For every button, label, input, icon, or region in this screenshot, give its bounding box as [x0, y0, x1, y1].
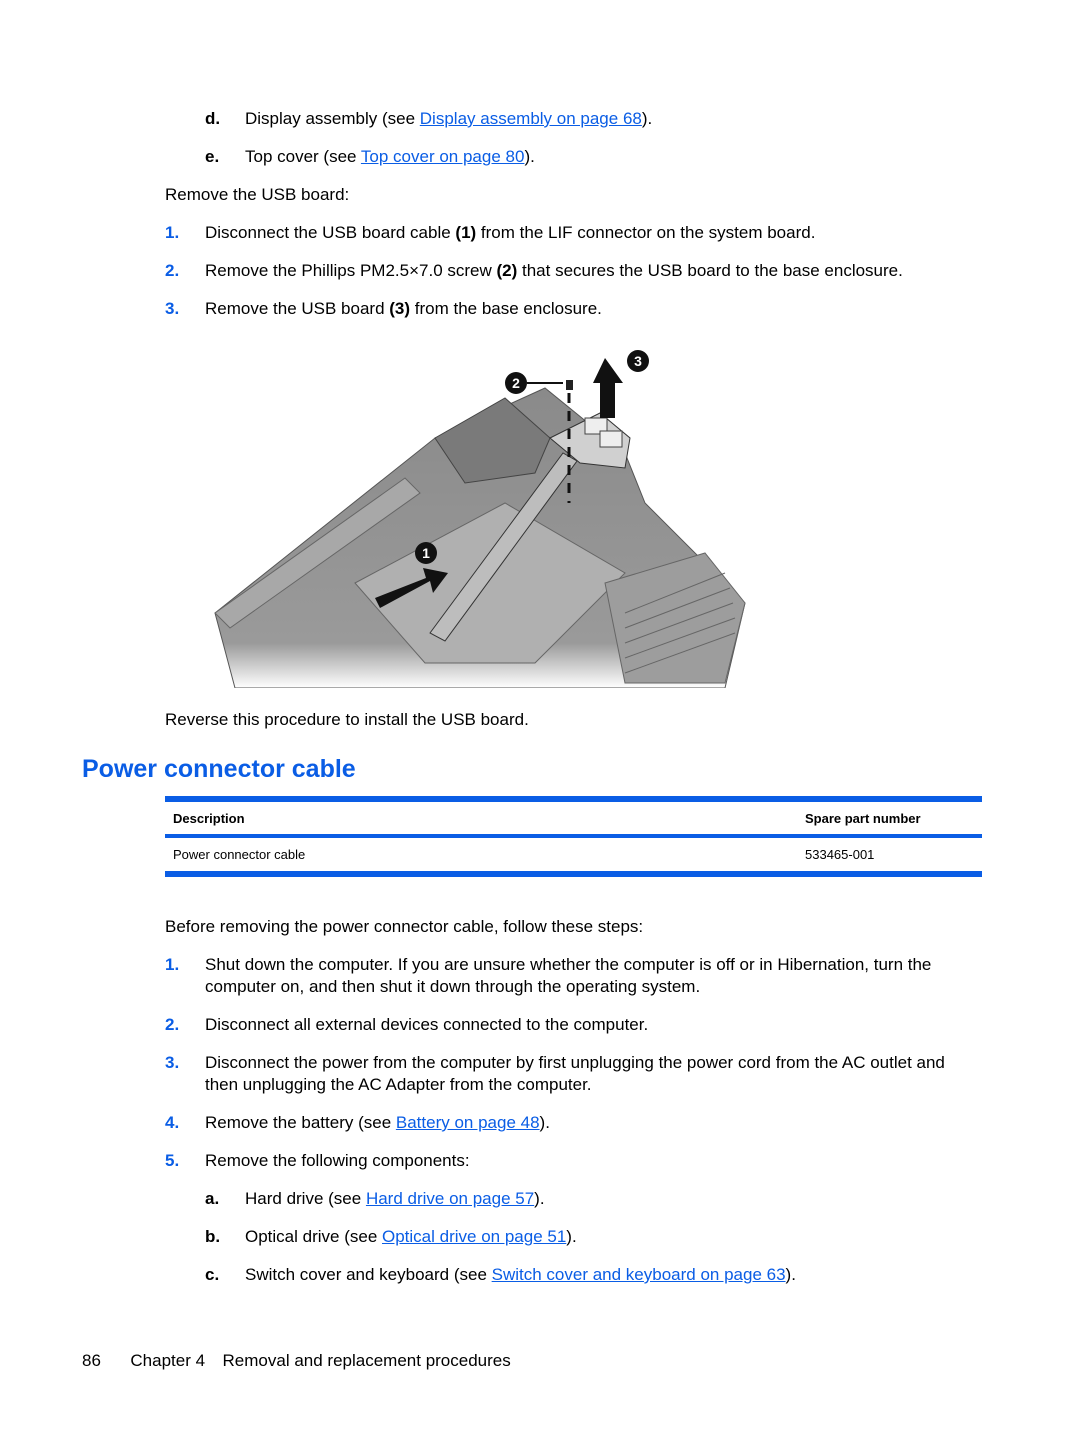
step-number: 2.: [165, 1015, 180, 1034]
substep-text-end: ).: [524, 147, 535, 166]
step-number: 3.: [165, 299, 180, 318]
step-number: 5.: [165, 1151, 180, 1170]
callout-ref: (3): [389, 299, 411, 318]
substep-text: Top cover (see: [245, 147, 361, 166]
substep-letter: a.: [205, 1189, 220, 1208]
lift-arrow: [593, 358, 623, 418]
link-optical-drive[interactable]: Optical drive on page 51: [382, 1227, 566, 1246]
usb-port: [599, 430, 623, 448]
step-text-end: that secures the USB board to the base e…: [517, 261, 903, 280]
page-number: 86: [82, 1351, 101, 1370]
chapter-label: Chapter 4: [130, 1351, 206, 1370]
usb-intro: Remove the USB board:: [165, 185, 350, 204]
page-footer: 86 Chapter 4 Removal and replacement pro…: [82, 1351, 511, 1371]
table-header-rule: [165, 834, 982, 838]
step-number: 2.: [165, 261, 180, 280]
substep-text-end: ).: [534, 1189, 545, 1208]
link-switch-cover-keyboard[interactable]: Switch cover and keyboard on page 63: [492, 1265, 786, 1284]
link-hard-drive[interactable]: Hard drive on page 57: [366, 1189, 534, 1208]
link-battery[interactable]: Battery on page 48: [396, 1113, 540, 1132]
callout-2-label: 2: [512, 375, 520, 391]
callout-3-label: 3: [634, 353, 642, 369]
step-text-end: from the LIF connector on the system boa…: [476, 223, 816, 242]
substep-text: Hard drive (see: [245, 1189, 366, 1208]
table-header-description: Description: [173, 811, 245, 826]
power-intro: Before removing the power connector cabl…: [165, 917, 644, 936]
step-text-end: ).: [539, 1113, 550, 1132]
screw: [566, 380, 573, 390]
step-text-line: then unplugging the AC Adapter from the …: [205, 1075, 592, 1094]
step-text-line: Remove the following components:: [205, 1151, 470, 1170]
substep-text-end: ).: [785, 1265, 796, 1284]
usb-board-figure: 2 3 1: [205, 343, 755, 689]
usb-outro: Reverse this procedure to install the US…: [165, 710, 529, 729]
substep-letter: b.: [205, 1227, 221, 1246]
substep-text: Optical drive (see: [245, 1227, 382, 1246]
step-text: Remove the USB board: [205, 299, 390, 318]
step-text-end: from the base enclosure.: [410, 299, 602, 318]
step-text-line: Disconnect the power from the computer b…: [205, 1053, 945, 1072]
table-top-rule: [165, 796, 982, 802]
callout-ref: (2): [496, 261, 518, 280]
step-text: Remove the Phillips PM2.5×7.0 screw: [205, 261, 497, 280]
step-text-line: Disconnect all external devices connecte…: [205, 1015, 649, 1034]
step-number: 4.: [165, 1113, 180, 1132]
usb-board-illustration: 2 3 1: [214, 350, 746, 689]
link-top-cover[interactable]: Top cover on page 80: [361, 147, 525, 166]
substep-text-end: ).: [566, 1227, 577, 1246]
substep-text: Switch cover and keyboard (see: [245, 1265, 492, 1284]
substep-text-end: ).: [641, 109, 653, 128]
step-text: Remove the battery (see: [205, 1113, 396, 1132]
step-number: 1.: [165, 223, 180, 242]
callout-1-label: 1: [422, 545, 430, 561]
substep-letter: e.: [205, 147, 220, 166]
cell-description: Power connector cable: [173, 847, 306, 862]
substep-letter: d.: [205, 109, 221, 128]
substep-text: Display assembly (see: [245, 109, 420, 128]
table-header-part-number: Spare part number: [805, 811, 921, 826]
section-title: Power connector cable: [82, 755, 356, 783]
chapter-title: Removal and replacement procedures: [222, 1351, 511, 1370]
callout-ref: (1): [455, 223, 477, 242]
step-text-line: computer on, and then shut it down throu…: [205, 977, 701, 996]
link-display-assembly[interactable]: Display assembly on page 68: [420, 109, 642, 128]
step-text: Disconnect the USB board cable: [205, 223, 456, 242]
step-text-line: Shut down the computer. If you are unsur…: [205, 955, 932, 974]
step-number: 3.: [165, 1053, 180, 1072]
substep-letter: c.: [205, 1265, 220, 1284]
table-bottom-rule: [165, 871, 982, 877]
step-number: 1.: [165, 955, 180, 974]
cell-part-number: 533465-001: [805, 847, 875, 862]
